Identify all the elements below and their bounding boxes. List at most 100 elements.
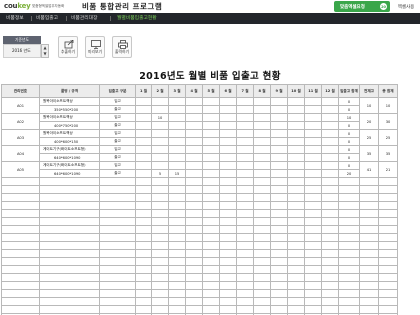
table-cell[interactable]: [135, 145, 152, 154]
table-cell[interactable]: [202, 289, 220, 298]
table-cell[interactable]: [202, 129, 220, 138]
year-spinner[interactable]: ▲ ▼: [41, 44, 49, 58]
table-cell[interactable]: [39, 273, 100, 282]
table-cell[interactable]: [168, 121, 186, 130]
table-cell[interactable]: [185, 113, 203, 122]
table-cell[interactable]: [270, 97, 288, 106]
table-cell[interactable]: [253, 121, 271, 130]
table-cell[interactable]: [135, 257, 152, 266]
table-cell[interactable]: [270, 161, 288, 170]
table-cell[interactable]: [338, 217, 360, 226]
table-cell[interactable]: [321, 169, 339, 178]
table-cell[interactable]: [185, 217, 203, 226]
table-cell[interactable]: [321, 209, 339, 218]
table-cell[interactable]: [39, 209, 100, 218]
table-cell[interactable]: [378, 177, 398, 186]
table-cell[interactable]: [135, 201, 152, 210]
table-cell[interactable]: [304, 97, 322, 106]
spin-down-icon[interactable]: ▼: [42, 51, 48, 57]
table-cell[interactable]: [253, 113, 271, 122]
table-cell[interactable]: [338, 289, 360, 298]
custom-excel-request-button[interactable]: 맞춤엑셀요청 20: [334, 1, 390, 12]
table-cell[interactable]: [378, 241, 398, 250]
table-cell[interactable]: [168, 137, 186, 146]
table-cell[interactable]: [151, 97, 169, 106]
table-cell[interactable]: [202, 265, 220, 274]
table-cell[interactable]: [236, 281, 254, 290]
table-cell[interactable]: [304, 193, 322, 202]
table-cell[interactable]: 원목아이소프트책상: [39, 113, 100, 122]
table-cell[interactable]: [99, 297, 136, 306]
table-cell[interactable]: [185, 209, 203, 218]
table-cell[interactable]: [378, 217, 398, 226]
table-cell[interactable]: [168, 209, 186, 218]
table-cell[interactable]: [219, 265, 237, 274]
table-cell[interactable]: [151, 281, 169, 290]
table-cell[interactable]: [304, 105, 322, 114]
table-cell[interactable]: [202, 305, 220, 314]
table-cell[interactable]: [253, 153, 271, 162]
table-cell[interactable]: [304, 281, 322, 290]
table-cell[interactable]: [253, 105, 271, 114]
table-cell[interactable]: [168, 289, 186, 298]
table-cell[interactable]: [236, 177, 254, 186]
table-cell[interactable]: [378, 249, 398, 258]
table-cell[interactable]: [219, 305, 237, 314]
table-cell[interactable]: A02: [1, 113, 40, 130]
table-cell[interactable]: [168, 105, 186, 114]
table-cell[interactable]: [99, 193, 136, 202]
table-cell[interactable]: [304, 201, 322, 210]
table-cell[interactable]: [39, 193, 100, 202]
table-cell[interactable]: [135, 185, 152, 194]
table-cell[interactable]: [287, 97, 305, 106]
table-cell[interactable]: 입고: [99, 161, 136, 170]
table-cell[interactable]: [270, 105, 288, 114]
table-cell[interactable]: [236, 129, 254, 138]
table-cell[interactable]: [270, 121, 288, 130]
table-cell[interactable]: [304, 113, 322, 122]
table-cell[interactable]: [135, 161, 152, 170]
table-cell[interactable]: 25: [378, 129, 398, 146]
table-cell[interactable]: 5: [151, 169, 169, 178]
table-cell[interactable]: [321, 241, 339, 250]
table-cell[interactable]: [236, 161, 254, 170]
table-cell[interactable]: [39, 265, 100, 274]
table-cell[interactable]: [151, 121, 169, 130]
table-cell[interactable]: [287, 161, 305, 170]
table-cell[interactable]: [378, 193, 398, 202]
table-cell[interactable]: [168, 153, 186, 162]
table-cell[interactable]: [321, 161, 339, 170]
table-cell[interactable]: [151, 257, 169, 266]
table-cell[interactable]: [321, 105, 339, 114]
table-cell[interactable]: [359, 201, 379, 210]
export-button[interactable]: 추출하기: [58, 36, 78, 58]
table-cell[interactable]: [338, 177, 360, 186]
table-cell[interactable]: [202, 281, 220, 290]
table-cell[interactable]: 입고: [99, 97, 136, 106]
table-cell[interactable]: 30: [378, 113, 398, 130]
table-cell[interactable]: [236, 201, 254, 210]
table-cell[interactable]: [135, 193, 152, 202]
table-cell[interactable]: 640*600*1090: [39, 169, 100, 178]
table-cell[interactable]: [253, 241, 271, 250]
table-cell[interactable]: 0: [338, 129, 360, 138]
table-cell[interactable]: [219, 257, 237, 266]
table-cell[interactable]: 10: [151, 113, 169, 122]
table-cell[interactable]: [304, 121, 322, 130]
table-cell[interactable]: [1, 281, 40, 290]
table-cell[interactable]: [202, 145, 220, 154]
table-cell[interactable]: [168, 145, 186, 154]
table-cell[interactable]: [202, 201, 220, 210]
table-cell[interactable]: [270, 257, 288, 266]
table-cell[interactable]: [219, 249, 237, 258]
table-cell[interactable]: [287, 209, 305, 218]
table-cell[interactable]: [219, 121, 237, 130]
table-cell[interactable]: [304, 225, 322, 234]
table-cell[interactable]: [39, 241, 100, 250]
table-cell[interactable]: [270, 273, 288, 282]
table-cell[interactable]: [359, 209, 379, 218]
table-cell[interactable]: [168, 217, 186, 226]
table-cell[interactable]: [270, 145, 288, 154]
table-cell[interactable]: [219, 169, 237, 178]
table-cell[interactable]: [378, 257, 398, 266]
